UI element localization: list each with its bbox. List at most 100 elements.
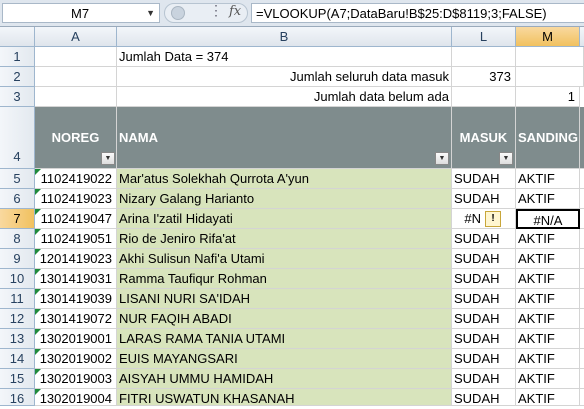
sanding-cell[interactable]: AKTIF — [516, 189, 580, 209]
nama-cell[interactable]: Nizary Galang Harianto — [117, 189, 452, 209]
cancel-circle-icon[interactable] — [171, 6, 185, 20]
filter-dropdown-icon[interactable]: ▼ — [101, 152, 115, 165]
masuk-cell[interactable]: SUDAH — [452, 229, 516, 249]
nama-cell[interactable]: Mar'atus Solekhah Qurrota A'yun — [117, 169, 452, 189]
noreg-cell[interactable]: 1302019003 — [35, 369, 117, 389]
insert-function-button[interactable]: fx — [229, 4, 241, 19]
masuk-cell[interactable]: SUDAH — [452, 289, 516, 309]
cell[interactable] — [580, 389, 584, 406]
sanding-cell[interactable]: #N/A — [516, 209, 580, 229]
nama-cell[interactable]: FITRI USWATUN KHASANAH — [117, 389, 452, 406]
noreg-cell[interactable]: 1301419031 — [35, 269, 117, 289]
header-masuk[interactable]: MASUK ▼ — [452, 107, 516, 169]
name-box[interactable]: M7 ▼ — [2, 3, 160, 23]
sanding-cell[interactable]: AKTIF — [516, 289, 580, 309]
cell[interactable] — [580, 169, 584, 189]
noreg-cell[interactable]: 1102419047 — [35, 209, 117, 229]
masuk-cell[interactable]: SUDAH — [452, 389, 516, 406]
masuk-cell[interactable]: SUDAH — [452, 189, 516, 209]
noreg-cell[interactable]: 1301419072 — [35, 309, 117, 329]
sanding-cell[interactable]: AKTIF — [516, 389, 580, 406]
sanding-cell[interactable]: AKTIF — [516, 169, 580, 189]
column-header-next[interactable] — [580, 27, 584, 47]
sanding-cell[interactable]: AKTIF — [516, 249, 580, 269]
column-header-a[interactable]: A — [35, 27, 117, 47]
sanding-cell[interactable]: AKTIF — [516, 269, 580, 289]
cell[interactable] — [580, 369, 584, 389]
noreg-cell[interactable]: 1302019002 — [35, 349, 117, 369]
belum-ada-label[interactable]: Jumlah data belum ada — [117, 87, 452, 107]
nama-cell[interactable]: AISYAH UMMU HAMIDAH — [117, 369, 452, 389]
filter-dropdown-icon[interactable]: ▼ — [499, 152, 513, 165]
noreg-cell[interactable]: 1301419039 — [35, 289, 117, 309]
chevron-down-icon[interactable]: ▼ — [146, 8, 155, 18]
cell[interactable] — [580, 289, 584, 309]
masuk-cell[interactable]: SUDAH — [452, 349, 516, 369]
cell[interactable] — [580, 349, 584, 369]
header-noreg[interactable]: NOREG ▼ — [35, 107, 117, 169]
nama-cell[interactable]: Arina I'zatil Hidayati — [117, 209, 452, 229]
error-warning-icon[interactable]: ! — [485, 211, 501, 227]
row-header[interactable]: 15 — [0, 369, 35, 389]
noreg-cell[interactable]: 1102419022 — [35, 169, 117, 189]
masuk-cell[interactable]: SUDAH — [452, 329, 516, 349]
sanding-cell[interactable]: AKTIF — [516, 349, 580, 369]
belum-ada-value[interactable]: 1 — [516, 87, 580, 107]
masuk-cell[interactable]: SUDAH — [452, 309, 516, 329]
cell[interactable] — [580, 209, 584, 229]
column-header-m[interactable]: M — [516, 27, 580, 47]
row-header[interactable]: 14 — [0, 349, 35, 369]
masuk-cell[interactable]: SUDAH — [452, 369, 516, 389]
cell[interactable] — [580, 189, 584, 209]
row-header[interactable]: 13 — [0, 329, 35, 349]
nama-cell[interactable]: EUIS MAYANGSARI — [117, 349, 452, 369]
row-header[interactable]: 6 — [0, 189, 35, 209]
masuk-cell[interactable]: SUDAH — [452, 169, 516, 189]
nama-cell[interactable]: LARAS RAMA TANIA UTAMI — [117, 329, 452, 349]
cell[interactable] — [516, 47, 584, 67]
cell[interactable] — [452, 47, 516, 67]
sanding-cell[interactable]: AKTIF — [516, 309, 580, 329]
nama-cell[interactable]: Akhi Sulisun Nafi'a Utami — [117, 249, 452, 269]
noreg-cell[interactable]: 1102419051 — [35, 229, 117, 249]
seluruh-data-value[interactable]: 373 — [452, 67, 516, 87]
column-header-l[interactable]: L — [452, 27, 516, 47]
cell[interactable] — [35, 87, 117, 107]
row-header[interactable]: 3 — [0, 87, 35, 107]
cell[interactable] — [452, 87, 516, 107]
filter-dropdown-icon[interactable]: ▼ — [435, 152, 449, 165]
nama-cell[interactable]: Ramma Taufiqur Rohman — [117, 269, 452, 289]
cell[interactable] — [580, 249, 584, 269]
sanding-cell[interactable]: AKTIF — [516, 229, 580, 249]
noreg-cell[interactable]: 1201419023 — [35, 249, 117, 269]
noreg-cell[interactable]: 1102419023 — [35, 189, 117, 209]
formula-input[interactable]: =VLOOKUP(A7;DataBaru!B$25:D$8119;3;FALSE… — [251, 3, 584, 23]
column-header-b[interactable]: B — [117, 27, 452, 47]
select-all-corner[interactable] — [0, 27, 35, 47]
row-header[interactable]: 9 — [0, 249, 35, 269]
nama-cell[interactable]: Rio de Jeniro Rifa'at — [117, 229, 452, 249]
cell[interactable] — [35, 47, 117, 67]
nama-cell[interactable]: LISANI NURI SA'IDAH — [117, 289, 452, 309]
masuk-cell[interactable]: #N — [452, 209, 516, 229]
masuk-cell[interactable]: SUDAH — [452, 249, 516, 269]
seluruh-data-label[interactable]: Jumlah seluruh data masuk — [117, 67, 452, 87]
cell[interactable] — [580, 329, 584, 349]
sanding-cell[interactable]: AKTIF — [516, 329, 580, 349]
cell[interactable] — [35, 67, 117, 87]
masuk-cell[interactable]: SUDAH — [452, 269, 516, 289]
row-header[interactable]: 2 — [0, 67, 35, 87]
cell[interactable] — [580, 309, 584, 329]
noreg-cell[interactable]: 1302019004 — [35, 389, 117, 406]
jumlah-data-cell[interactable]: Jumlah Data = 374 — [117, 47, 452, 67]
row-header[interactable]: 5 — [0, 169, 35, 189]
cell[interactable] — [580, 269, 584, 289]
row-header[interactable]: 12 — [0, 309, 35, 329]
header-nama[interactable]: NAMA ▼ — [117, 107, 452, 169]
sanding-cell[interactable]: AKTIF — [516, 369, 580, 389]
header-sanding[interactable]: SANDING — [516, 107, 580, 169]
row-header[interactable]: 4 — [0, 107, 35, 169]
row-header[interactable]: 1 — [0, 47, 35, 67]
row-header[interactable]: 7 — [0, 209, 35, 229]
row-header[interactable]: 11 — [0, 289, 35, 309]
